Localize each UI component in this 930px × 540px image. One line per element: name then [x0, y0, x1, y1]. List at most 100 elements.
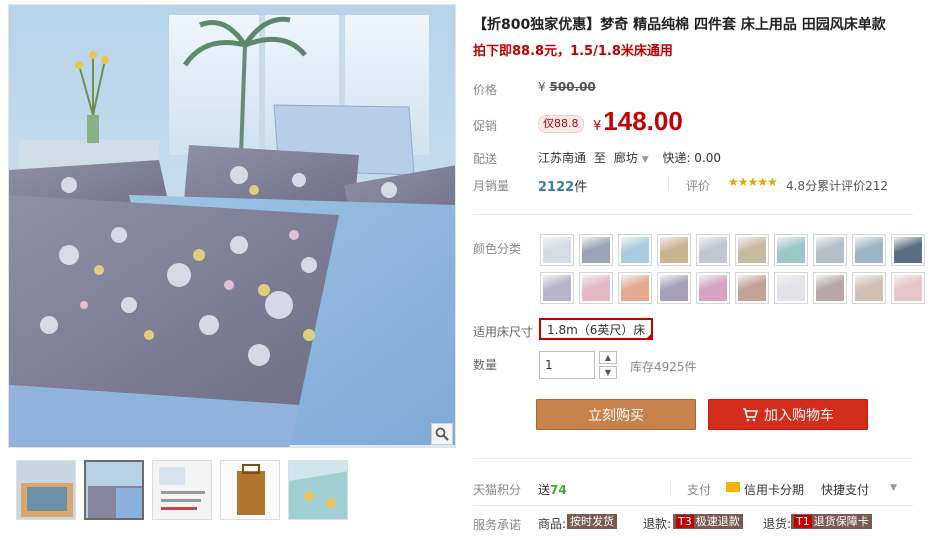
monthly-sales: 2122件 — [538, 176, 587, 195]
service-refund-label: 退款: — [643, 517, 672, 531]
color-swatch-3[interactable] — [618, 234, 652, 266]
points-label: 天猫积分 — [473, 483, 522, 497]
swatch-image — [894, 275, 922, 301]
swatch-image — [816, 237, 844, 263]
stock-count: 库存4925件 — [630, 360, 697, 374]
color-swatch-1[interactable] — [540, 234, 574, 266]
color-swatch-8[interactable] — [813, 234, 847, 266]
color-swatch-15[interactable] — [696, 272, 730, 304]
review-summary-link[interactable]: 4.8分累计评价212 — [786, 177, 888, 194]
service-goods-badge[interactable]: 按时发货 — [567, 514, 617, 529]
swatch-image — [660, 237, 688, 263]
bedding-photo — [9, 5, 455, 447]
sales-unit: 件 — [574, 180, 588, 195]
swatch-image — [582, 237, 610, 263]
installment-option[interactable]: 信用卡分期 — [744, 481, 804, 498]
promo-badge: 仅88.8 — [538, 115, 584, 133]
thumbnail-5[interactable] — [288, 460, 348, 520]
service-refund-badge[interactable]: T3 极速退款 — [673, 514, 743, 529]
color-swatch-17[interactable] — [774, 272, 808, 304]
rating-stars: ★★★★★ — [728, 175, 778, 189]
color-swatch-10[interactable] — [891, 234, 925, 266]
points-value: 送74 — [538, 481, 567, 498]
chevron-down-icon: ▼ — [641, 155, 649, 165]
chevron-down-icon[interactable]: ▼ — [890, 483, 897, 493]
promo-price-value: 148.00 — [603, 106, 683, 136]
swatch-image — [894, 237, 922, 263]
thumbnail-4[interactable] — [220, 460, 280, 520]
color-swatch-19[interactable] — [852, 272, 886, 304]
swatch-image — [855, 237, 883, 263]
swatch-image — [621, 237, 649, 263]
price-label: 价格 — [473, 83, 498, 97]
service-return-label: 退货: — [763, 517, 792, 531]
sales-count: 2122 — [538, 180, 575, 195]
size-label: 适用床尺寸 — [473, 325, 534, 339]
color-swatch-18[interactable] — [813, 272, 847, 304]
payment-label: 支付 — [687, 483, 712, 497]
section-divider — [473, 458, 913, 459]
size-option-selected[interactable]: 1.8m（6英尺）床 — [539, 318, 654, 340]
color-swatch-13[interactable] — [618, 272, 652, 304]
section-divider — [473, 505, 913, 506]
color-swatch-2[interactable] — [579, 234, 613, 266]
swatch-image — [738, 275, 766, 301]
quantity-increase-button[interactable]: ▲ — [599, 351, 617, 364]
swatch-image — [543, 237, 571, 263]
original-price-value: 500.00 — [549, 80, 596, 94]
review-label: 评价 — [686, 179, 711, 193]
color-swatch-5[interactable] — [696, 234, 730, 266]
swatch-image — [699, 237, 727, 263]
swatch-image — [816, 275, 844, 301]
swatch-image — [660, 275, 688, 301]
service-return-badge[interactable]: T1 退货保障卡 — [791, 514, 872, 529]
return-badge-text: 退货保障卡 — [813, 515, 869, 528]
service-goods-label: 商品: — [538, 517, 567, 531]
color-swatch-4[interactable] — [657, 234, 691, 266]
return-tag: T1 — [794, 515, 812, 528]
cart-icon — [743, 407, 758, 421]
promo-label: 促销 — [473, 119, 498, 133]
ship-destination-select[interactable]: 廊坊 ▼ — [614, 151, 649, 165]
section-divider — [473, 214, 913, 215]
sales-label: 月销量 — [473, 179, 510, 193]
color-swatch-7[interactable] — [774, 234, 808, 266]
quantity-label: 数量 — [473, 358, 498, 372]
color-swatch-11[interactable] — [540, 272, 574, 304]
color-swatch-20[interactable] — [891, 272, 925, 304]
shipping-label: 配送 — [473, 152, 498, 166]
divider — [668, 176, 669, 190]
thumbnail-3[interactable] — [152, 460, 212, 520]
color-swatch-16[interactable] — [735, 272, 769, 304]
ship-to-word: 至 — [593, 151, 606, 165]
color-label: 颜色分类 — [473, 242, 522, 256]
points-prefix: 送 — [538, 483, 551, 497]
original-price: ¥ 500.00 — [538, 80, 596, 94]
divider — [670, 481, 671, 495]
product-main-image[interactable] — [8, 4, 456, 448]
color-swatch-14[interactable] — [657, 272, 691, 304]
swatch-image — [855, 275, 883, 301]
swatch-image — [582, 275, 610, 301]
service-label: 服务承诺 — [473, 518, 522, 532]
buy-now-button[interactable]: 立刻购买 — [536, 399, 696, 430]
quick-pay-option[interactable]: 快捷支付 — [821, 481, 869, 498]
color-swatch-6[interactable] — [735, 234, 769, 266]
swatch-image — [777, 275, 805, 301]
price-section: 价格 ¥ 500.00 促销 仅88.8 ¥148.00 配送 江苏南通 至 廊… — [473, 0, 913, 540]
selected-check-icon — [645, 332, 654, 340]
thumbnail-2[interactable] — [84, 460, 144, 520]
shipping-info: 江苏南通 至 廊坊 ▼ 快递: 0.00 — [538, 149, 721, 166]
color-swatch-9[interactable] — [852, 234, 886, 266]
add-to-cart-button[interactable]: 加入购物车 — [708, 399, 868, 430]
zoom-icon[interactable] — [431, 423, 453, 445]
quantity-decrease-button[interactable]: ▼ — [599, 366, 617, 379]
shipping-fee: 快递: 0.00 — [662, 151, 722, 165]
points-number: 74 — [550, 483, 567, 497]
swatch-image — [621, 275, 649, 301]
promo-price: ¥148.00 — [593, 106, 683, 137]
quantity-input[interactable] — [539, 351, 595, 379]
original-price-currency: ¥ — [538, 80, 546, 94]
thumbnail-1[interactable] — [16, 460, 76, 520]
color-swatch-12[interactable] — [579, 272, 613, 304]
